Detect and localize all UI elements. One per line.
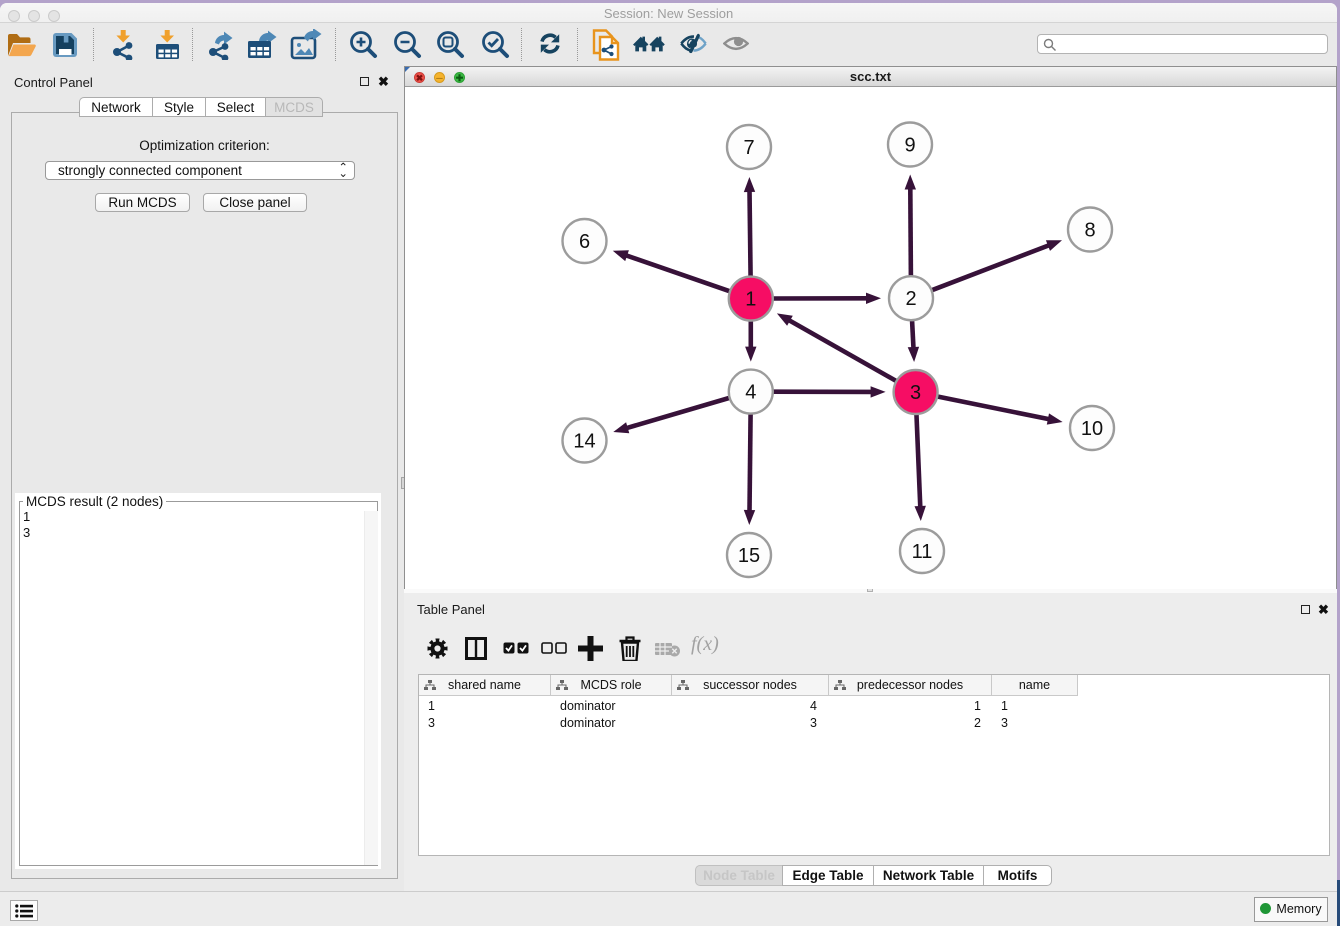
svg-text:6: 6	[579, 231, 590, 253]
svg-text:7: 7	[743, 137, 754, 159]
svg-text:14: 14	[573, 431, 595, 453]
svg-text:15: 15	[738, 545, 760, 567]
svg-text:10: 10	[1081, 418, 1103, 440]
svg-text:4: 4	[745, 382, 756, 404]
svg-text:2: 2	[905, 288, 916, 310]
svg-text:9: 9	[904, 135, 915, 157]
svg-text:11: 11	[912, 541, 933, 563]
svg-text:8: 8	[1084, 220, 1095, 242]
svg-text:3: 3	[910, 382, 921, 404]
svg-text:1: 1	[745, 289, 756, 311]
